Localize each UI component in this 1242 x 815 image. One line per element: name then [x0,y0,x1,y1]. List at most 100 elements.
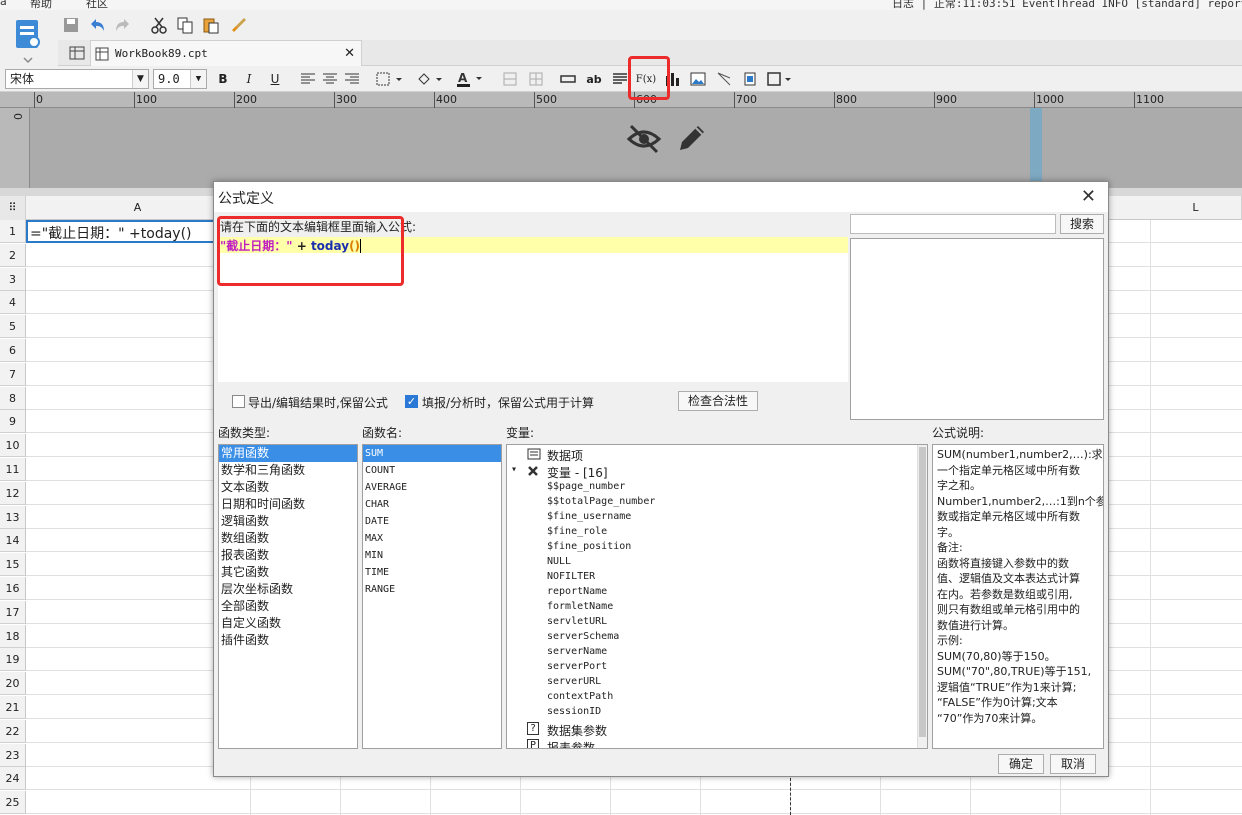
list-item[interactable]: 层次坐标函数 [219,581,357,598]
list-item[interactable]: 报表函数 [219,547,357,564]
copy-button[interactable] [174,14,196,36]
row-header[interactable]: 13 [0,505,26,529]
list-item[interactable]: TIME [363,564,501,581]
list-item[interactable]: contextPath [547,691,613,702]
row-header[interactable]: 8 [0,386,26,410]
list-item[interactable]: MIN [363,547,501,564]
row-header[interactable]: 9 [0,410,26,434]
list-item[interactable]: serverName [547,646,607,657]
list-item[interactable]: servletURL [547,616,607,627]
row-header[interactable]: 4 [0,291,26,315]
insert-slash-button[interactable] [714,69,734,89]
list-item[interactable]: serverURL [547,676,601,687]
eye-hidden-icon[interactable] [626,122,662,156]
font-family-select[interactable]: 宋体 ▼ [5,69,149,89]
font-color-button[interactable]: A [454,69,486,89]
split-cells-button[interactable] [526,69,546,89]
variable-dataset-params[interactable]: 数据集参数 [547,722,607,739]
list-item[interactable]: NOFILTER [547,571,595,582]
variable-tree[interactable]: 数据项 ▾ 变量 - [16] $$page_number $$totalPage… [506,444,928,749]
list-item[interactable]: reportName [547,586,607,597]
list-item[interactable]: DATE [363,513,501,530]
variable-data-item[interactable]: 数据项 [547,447,583,464]
row-header[interactable]: 6 [0,339,26,362]
row-header[interactable]: 18 [0,624,26,648]
paste-button[interactable] [200,14,222,36]
search-input[interactable] [850,214,1056,234]
format-painter-button[interactable] [228,14,250,36]
align-right-button[interactable] [342,69,362,89]
redo-button[interactable] [112,14,134,36]
row-header[interactable]: 14 [0,529,26,553]
row-header[interactable]: 15 [0,553,26,577]
variable-report-params[interactable]: 报表参数 [547,739,595,748]
list-item[interactable]: $fine_position [547,541,631,552]
list-item[interactable]: SUM [363,445,501,462]
search-results-list[interactable] [850,238,1104,420]
cancel-button[interactable]: 取消 [1050,754,1096,774]
cut-button[interactable] [148,14,170,36]
list-item[interactable]: sessionID [547,706,601,717]
keep-formula-fill-checkbox[interactable]: ✓ [405,395,418,408]
list-item[interactable]: $$totalPage_number [547,496,655,507]
insert-image-button[interactable] [688,69,708,89]
list-item[interactable]: 数学和三角函数 [219,462,357,479]
font-size-select[interactable]: 9.0 ▼ [153,69,207,89]
list-item[interactable]: 其它函数 [219,564,357,581]
border-button[interactable] [374,69,406,89]
insert-text-button[interactable] [558,69,578,89]
bold-button[interactable]: B [213,69,233,89]
list-item[interactable]: $fine_username [547,511,631,522]
list-item[interactable]: COUNT [363,462,501,479]
row-header[interactable]: 3 [0,267,26,291]
merge-cells-button[interactable] [500,69,520,89]
list-item[interactable]: CHAR [363,496,501,513]
template-button[interactable] [0,10,58,68]
tab-workbook[interactable]: WorkBook89.cpt ✕ [90,40,362,66]
function-category-list[interactable]: 常用函数 数学和三角函数 文本函数 日期和时间函数 逻辑函数 数组函数 报表函数 其它函数 层次… [218,444,358,749]
list-item[interactable]: 文本函数 [219,479,357,496]
pencil-icon[interactable] [676,122,708,154]
row-header[interactable]: 12 [0,481,26,505]
list-item[interactable]: $$page_number [547,481,625,492]
report-header-area[interactable] [30,108,1030,188]
list-item[interactable]: 常用函数 [219,445,357,462]
fill-color-button[interactable] [414,69,446,89]
rich-text-button[interactable]: ab [584,69,604,89]
list-item[interactable]: 全部函数 [219,598,357,615]
variable-group[interactable]: 变量 - [16] [547,464,608,481]
list-item[interactable]: 插件函数 [219,632,357,649]
list-item[interactable]: 逻辑函数 [219,513,357,530]
list-item[interactable]: serverSchema [547,631,619,642]
select-all-corner[interactable]: ⠿ [0,196,26,220]
align-left-button[interactable] [298,69,318,89]
list-item[interactable]: AVERAGE [363,479,501,496]
close-icon[interactable]: ✕ [1081,186,1096,207]
row-header[interactable]: 23 [0,743,26,767]
row-header[interactable]: 21 [0,696,26,719]
row-header[interactable]: 19 [0,648,26,672]
row-header[interactable]: 16 [0,577,26,600]
row-header[interactable]: 11 [0,458,26,481]
cell-border-button[interactable] [766,69,794,89]
list-item[interactable]: serverPort [547,661,607,672]
tab-close-icon[interactable]: ✕ [344,46,355,61]
scrollbar-thumb[interactable] [919,447,926,737]
list-item[interactable]: MAX [363,530,501,547]
row-header[interactable]: 24 [0,767,26,791]
row-header[interactable]: 25 [0,791,26,815]
row-header[interactable]: 10 [0,434,26,458]
row-header[interactable]: 5 [0,315,26,339]
insert-subreport-button[interactable] [740,69,760,89]
row-header[interactable]: 22 [0,719,26,743]
list-item[interactable]: 日期和时间函数 [219,496,357,513]
function-name-list[interactable]: SUM COUNT AVERAGE CHAR DATE MAX MIN TIME RANGE [362,444,502,749]
row-header[interactable]: 2 [0,243,26,267]
check-validity-button[interactable]: 检查合法性 [678,391,758,411]
variable-scrollbar[interactable] [917,445,927,748]
undo-button[interactable] [86,14,108,36]
menu-community[interactable]: 社区 [86,0,108,10]
collapse-arrow-icon[interactable]: ▾ [511,464,517,475]
row-header[interactable]: 20 [0,672,26,696]
ok-button[interactable]: 确定 [998,754,1044,774]
